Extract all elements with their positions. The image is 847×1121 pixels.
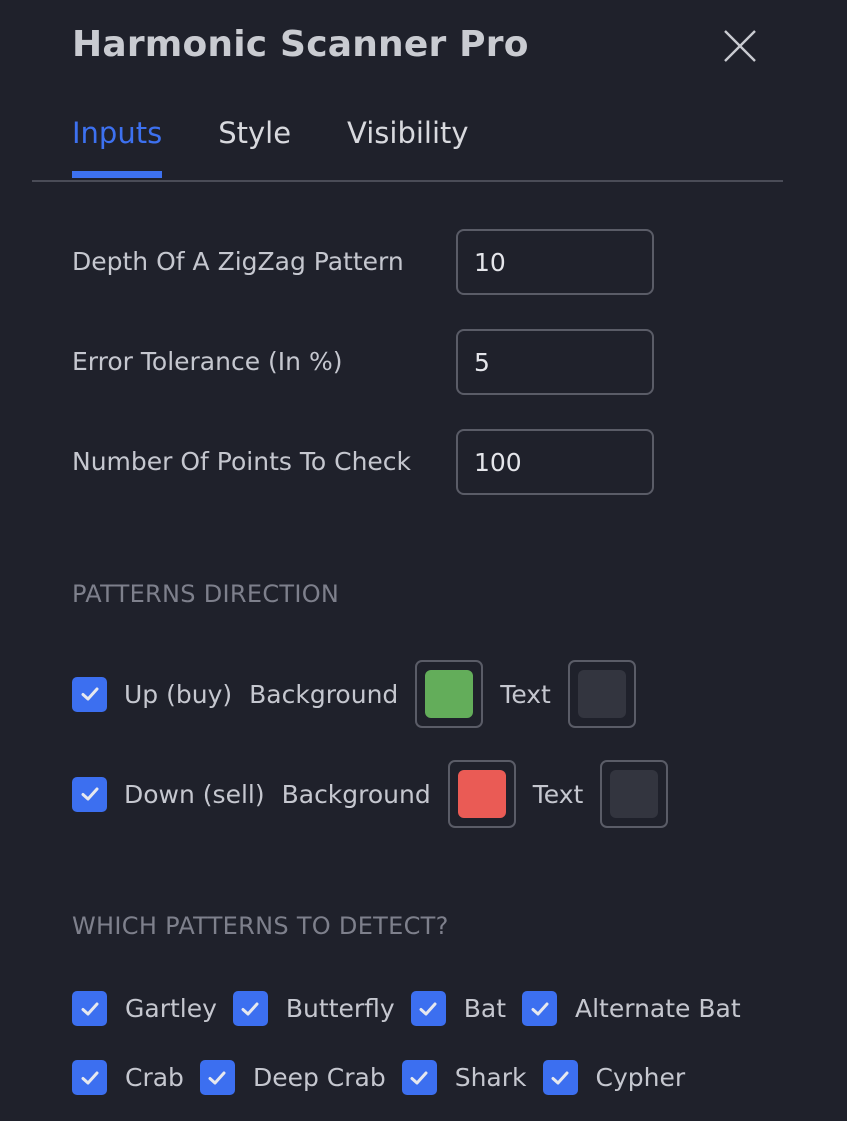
direction-row-down: Down (sell) Background Text <box>72 760 669 828</box>
deep-crab-checkbox[interactable] <box>199 1060 235 1095</box>
up-text-color-swatch[interactable] <box>567 660 636 728</box>
swatch-fill <box>577 670 626 718</box>
down-text-label: Text <box>532 779 584 809</box>
up-buy-checkbox[interactable] <box>72 676 107 712</box>
checkmark-icon <box>410 1071 428 1084</box>
cypher-checkbox[interactable] <box>542 1060 578 1095</box>
cypher-label: Cypher <box>595 1063 686 1092</box>
zigzag-depth-label: Depth Of A ZigZag Pattern <box>72 247 404 276</box>
close-button[interactable] <box>722 28 758 64</box>
swatch-fill <box>610 770 659 818</box>
tab-visibility[interactable]: Visibility <box>347 116 469 178</box>
up-text-label: Text <box>500 679 551 709</box>
butterfly-checkbox[interactable] <box>232 991 268 1026</box>
down-sell-label: Down (sell) <box>124 779 265 809</box>
alternate-bat-checkbox[interactable] <box>522 991 557 1026</box>
dialog-title: Harmonic Scanner Pro <box>72 24 529 65</box>
bat-checkbox[interactable] <box>410 991 446 1026</box>
checkmark-icon <box>551 1071 569 1084</box>
crab-label: Crab <box>125 1063 184 1092</box>
down-sell-checkbox[interactable] <box>72 776 107 812</box>
down-background-label: Background <box>281 779 431 809</box>
pattern-deep-crab[interactable]: Deep Crab <box>199 1060 386 1095</box>
checkmark-icon <box>241 1002 259 1015</box>
checkmark-icon <box>81 687 98 701</box>
up-background-label: Background <box>249 679 399 709</box>
shark-checkbox[interactable] <box>401 1060 437 1095</box>
alternate-bat-label: Alternate Bat <box>575 994 741 1023</box>
checkmark-icon <box>81 1002 98 1015</box>
shark-label: Shark <box>454 1063 527 1092</box>
checkmark-icon <box>419 1002 437 1015</box>
checkmark-icon <box>208 1071 226 1084</box>
tab-divider <box>32 180 783 182</box>
error-tolerance-input[interactable] <box>456 329 654 395</box>
error-tolerance-label: Error Tolerance (In %) <box>72 347 343 376</box>
pattern-butterfly[interactable]: Butterfly <box>232 991 395 1026</box>
direction-row-up: Up (buy) Background Text <box>72 660 636 728</box>
crab-checkbox[interactable] <box>72 1060 107 1095</box>
up-buy-label: Up (buy) <box>124 679 233 709</box>
checkmark-icon <box>81 787 98 801</box>
butterfly-label: Butterfly <box>285 994 395 1023</box>
checkmark-icon <box>531 1002 548 1015</box>
swatch-fill <box>425 670 474 718</box>
patterns-row-1: Gartley Butterfly Bat Alternate Bat <box>72 991 757 1026</box>
close-icon <box>724 30 756 62</box>
tab-inputs[interactable]: Inputs <box>72 116 163 178</box>
down-background-color-swatch[interactable] <box>447 760 516 828</box>
checkmark-icon <box>81 1071 98 1084</box>
up-background-color-swatch[interactable] <box>415 660 484 728</box>
points-to-check-label: Number Of Points To Check <box>72 447 412 476</box>
patterns-detect-heading: WHICH PATTERNS TO DETECT? <box>72 912 449 940</box>
pattern-bat[interactable]: Bat <box>410 991 506 1026</box>
pattern-gartley[interactable]: Gartley <box>72 991 217 1026</box>
points-to-check-input[interactable] <box>456 429 654 495</box>
zigzag-depth-input[interactable] <box>456 229 654 295</box>
down-text-color-swatch[interactable] <box>600 760 669 828</box>
patterns-direction-heading: PATTERNS DIRECTION <box>72 580 340 608</box>
patterns-row-2: Crab Deep Crab Shark Cypher <box>72 1060 701 1095</box>
tab-bar: Inputs Style Visibility <box>72 116 525 178</box>
tab-style[interactable]: Style <box>218 116 291 178</box>
swatch-fill <box>457 770 506 818</box>
pattern-shark[interactable]: Shark <box>401 1060 527 1095</box>
gartley-checkbox[interactable] <box>72 991 107 1026</box>
pattern-cypher[interactable]: Cypher <box>542 1060 686 1095</box>
pattern-crab[interactable]: Crab <box>72 1060 184 1095</box>
pattern-alternate-bat[interactable]: Alternate Bat <box>522 991 741 1026</box>
gartley-label: Gartley <box>125 994 217 1023</box>
deep-crab-label: Deep Crab <box>252 1063 386 1092</box>
bat-label: Bat <box>463 994 506 1023</box>
